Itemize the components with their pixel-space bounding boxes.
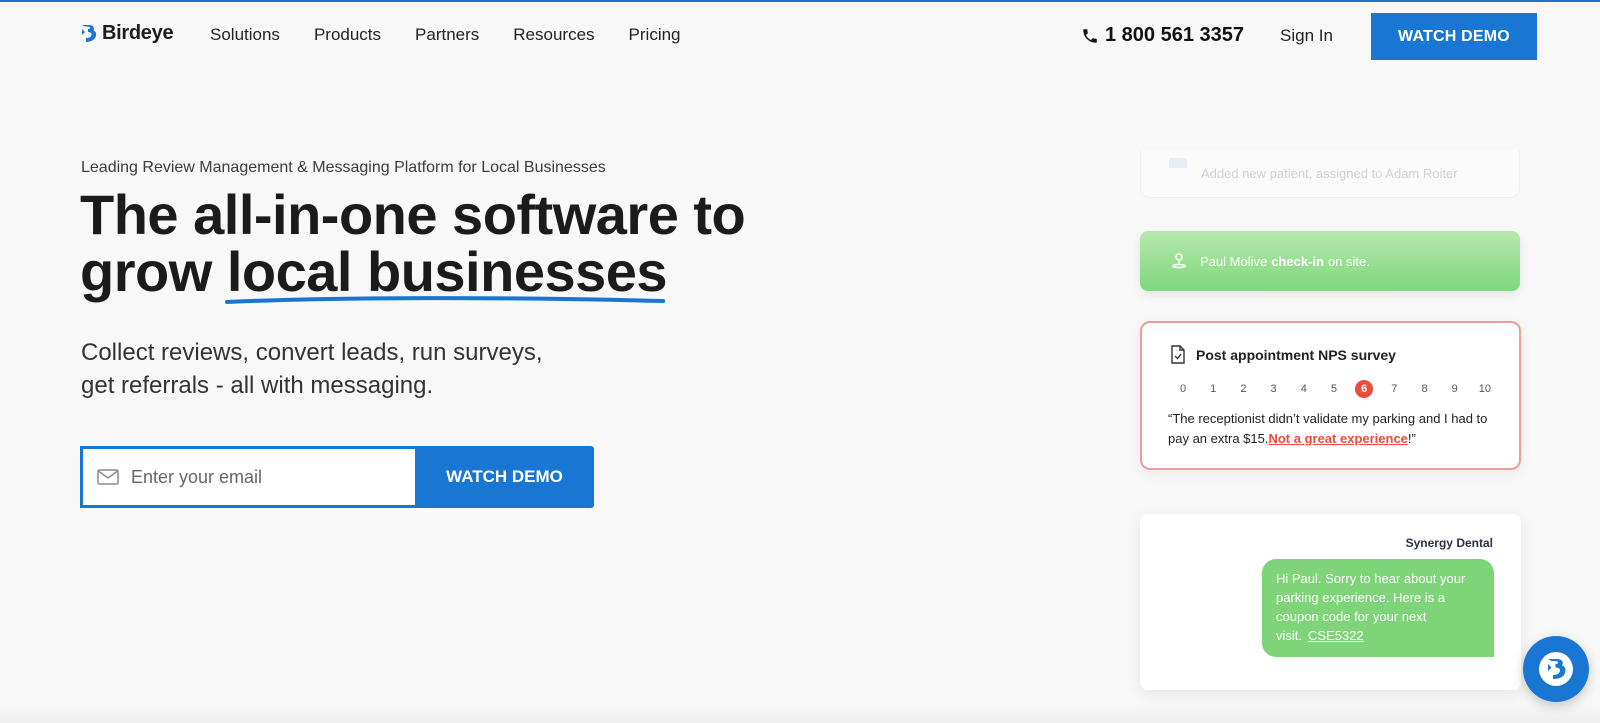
headline-line1: The all-in-one software to	[80, 183, 746, 246]
nav-partners[interactable]: Partners	[415, 25, 479, 45]
mail-icon	[97, 469, 119, 485]
nps-scale: 0 1 2 3 4 5 6 7 8 9 10	[1174, 380, 1494, 398]
hero-eyebrow: Leading Review Management & Messaging Pl…	[81, 159, 606, 176]
email-input[interactable]	[131, 466, 391, 488]
demo-signup-form: WATCH DEMO	[80, 446, 594, 508]
nps-quote-end: !”	[1407, 431, 1416, 446]
phone-number: 1 800 561 3357	[1105, 24, 1245, 46]
nav-pricing[interactable]: Pricing	[629, 25, 681, 45]
nps-score-10: 10	[1478, 383, 1491, 395]
site-header: Birdeye Solutions Products Partners Reso…	[0, 2, 1600, 68]
message-sender: Synergy Dental	[1405, 536, 1493, 550]
activity-card-faded: Added new patient, assigned to Adam Roit…	[1140, 150, 1520, 198]
phone-icon	[1083, 28, 1097, 43]
message-text: Hi Paul. Sorry to hear about your parkin…	[1276, 571, 1466, 643]
message-bubble: Hi Paul. Sorry to hear about your parkin…	[1262, 559, 1494, 657]
chat-launcher-button[interactable]	[1523, 636, 1589, 702]
nps-score-8: 8	[1421, 383, 1428, 395]
nps-title: Post appointment NPS survey	[1196, 346, 1396, 363]
birdeye-logo[interactable]: Birdeye	[80, 22, 174, 45]
nps-quote-highlight: Not a great experience	[1268, 431, 1408, 446]
subtext-line1: Collect reviews, convert leads, run surv…	[81, 339, 543, 366]
main-nav: Solutions Products Partners Resources Pr…	[210, 25, 681, 45]
checkin-suffix: on site.	[1327, 253, 1370, 269]
nav-resources[interactable]: Resources	[513, 25, 594, 45]
highlight-underline	[224, 296, 666, 304]
watch-demo-form-button[interactable]: WATCH DEMO	[415, 446, 594, 508]
checkin-card: Paul Molive check-in on site.	[1140, 231, 1520, 291]
headline-highlight: local businesses	[224, 243, 668, 304]
checkin-name: Paul Molive	[1200, 253, 1268, 269]
hero-headline: The all-in-one software to grow local bu…	[80, 183, 900, 304]
checkin-action: check-in	[1271, 253, 1324, 269]
nps-score-7: 7	[1391, 383, 1398, 395]
nps-score-4: 4	[1300, 383, 1307, 395]
nav-solutions[interactable]: Solutions	[210, 25, 280, 45]
nps-score-9: 9	[1451, 383, 1458, 395]
chat-launcher-icon	[1539, 652, 1573, 686]
nps-score-5: 5	[1330, 383, 1337, 395]
nps-score-0: 0	[1179, 383, 1187, 395]
hero-subtext: Collect reviews, convert leads, run surv…	[81, 336, 601, 402]
watch-demo-header-button[interactable]: WATCH DEMO	[1371, 13, 1537, 60]
nps-score-3: 3	[1270, 383, 1277, 395]
coupon-code: CSE5322	[1308, 628, 1364, 643]
sign-in-link[interactable]: Sign In	[1280, 26, 1333, 46]
nps-header: Post appointment NPS survey	[1170, 345, 1396, 364]
subtext-line2: get referrals - all with messaging.	[81, 372, 434, 399]
bottom-fade	[0, 703, 1600, 723]
activity-icon	[1169, 158, 1187, 168]
nav-products[interactable]: Products	[314, 25, 381, 45]
phone-link[interactable]: 1 800 561 3357	[1081, 24, 1244, 47]
activity-text: Added new patient, assigned to Adam Roit…	[1201, 166, 1458, 181]
pin-icon	[1172, 253, 1186, 269]
message-card: Synergy Dental Hi Paul. Sorry to hear ab…	[1140, 514, 1521, 690]
survey-doc-icon	[1171, 345, 1185, 364]
nps-score-6-selected: 6	[1355, 380, 1374, 398]
nps-survey-card: Post appointment NPS survey 0 1 2 3 4 5 …	[1140, 321, 1521, 470]
headline-line2-prefix: grow	[80, 240, 227, 303]
email-field-wrapper[interactable]	[80, 446, 415, 508]
logo-text: Birdeye	[102, 22, 174, 44]
nps-score-2: 2	[1240, 383, 1247, 395]
nps-quote: “The receptionist didn’t validate my par…	[1168, 409, 1498, 449]
birdeye-logo-icon	[82, 24, 97, 42]
nps-score-1: 1	[1210, 383, 1217, 395]
